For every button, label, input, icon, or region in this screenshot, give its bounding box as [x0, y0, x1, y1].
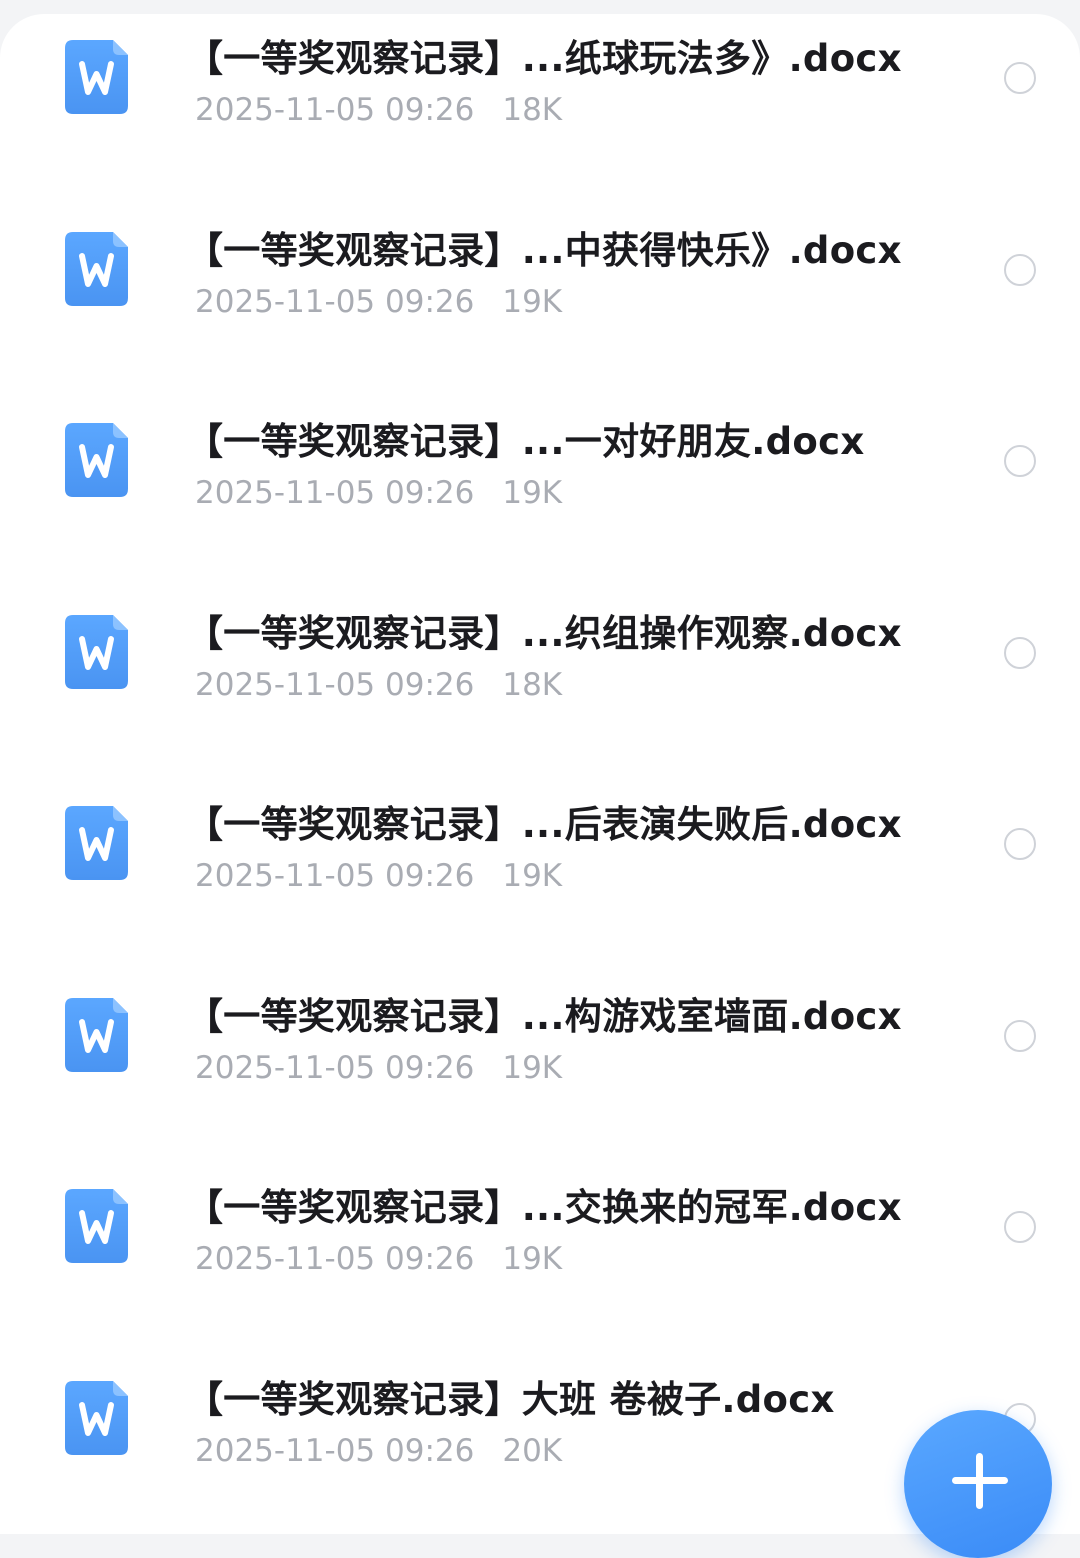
- file-name: 【一等奖观察记录】...中获得快乐》.docx: [186, 228, 902, 272]
- file-list: 【一等奖观察记录】...纸球玩法多》.docx 2025-11-05 09:26…: [0, 14, 1080, 1532]
- word-document-icon: [65, 231, 128, 306]
- word-document-icon: [65, 614, 128, 689]
- file-list-item[interactable]: 【一等奖观察记录】...纸球玩法多》.docx 2025-11-05 09:26…: [0, 14, 1080, 192]
- file-list-item[interactable]: 【一等奖观察记录】...中获得快乐》.docx 2025-11-05 09:26…: [0, 192, 1080, 384]
- file-name: 【一等奖观察记录】...构游戏室墙面.docx: [186, 994, 902, 1038]
- radio-unchecked-icon[interactable]: [1004, 636, 1036, 669]
- file-name: 【一等奖观察记录】...交换来的冠军.docx: [186, 1186, 902, 1229]
- radio-unchecked-icon[interactable]: [1004, 1211, 1036, 1243]
- file-date: 2025-11-05 09:26: [195, 475, 475, 511]
- file-size: 18K: [502, 92, 563, 128]
- file-size: 20K: [502, 1432, 563, 1469]
- word-document-icon: [65, 423, 128, 497]
- radio-unchecked-icon[interactable]: [1004, 1019, 1036, 1052]
- file-list-item[interactable]: 【一等奖观察记录】...织组操作观察.docx 2025-11-05 09:26…: [0, 575, 1080, 767]
- file-list-item[interactable]: 【一等奖观察记录】...交换来的冠军.docx 2025-11-05 09:26…: [0, 1149, 1080, 1341]
- file-meta: 2025-11-05 09:26 18K: [195, 92, 562, 128]
- radio-unchecked-icon[interactable]: [1004, 253, 1036, 286]
- file-meta: 2025-11-05 09:26 19K: [195, 1241, 562, 1277]
- word-document-icon: [65, 40, 128, 114]
- file-date: 2025-11-05 09:26: [195, 858, 475, 894]
- file-meta: 2025-11-05 09:26 19K: [195, 475, 562, 511]
- file-size: 19K: [502, 475, 563, 511]
- add-button[interactable]: [904, 1410, 1052, 1558]
- file-size: 19K: [502, 283, 563, 320]
- file-meta: 2025-11-05 09:26 20K: [195, 1433, 562, 1469]
- file-list-sheet: 【一等奖观察记录】...纸球玩法多》.docx 2025-11-05 09:26…: [0, 14, 1080, 1534]
- word-document-icon: [65, 1380, 128, 1455]
- file-name: 【一等奖观察记录】大班 卷被子.docx: [186, 1377, 835, 1421]
- word-document-icon: [65, 1189, 128, 1263]
- file-date: 2025-11-05 09:26: [195, 1049, 475, 1086]
- file-meta: 2025-11-05 09:26 18K: [195, 667, 562, 703]
- file-list-item[interactable]: 【一等奖观察记录】...后表演失败后.docx 2025-11-05 09:26…: [0, 766, 1080, 958]
- file-name: 【一等奖观察记录】...织组操作观察.docx: [186, 611, 902, 655]
- file-date: 2025-11-05 09:26: [195, 283, 475, 320]
- radio-unchecked-icon[interactable]: [1004, 828, 1036, 860]
- file-size: 19K: [502, 1241, 563, 1277]
- file-name: 【一等奖观察记录】...后表演失败后.docx: [186, 803, 902, 846]
- radio-unchecked-icon[interactable]: [1004, 445, 1036, 477]
- file-date: 2025-11-05 09:26: [195, 1241, 475, 1277]
- file-size: 18K: [502, 666, 563, 703]
- file-size: 19K: [502, 1049, 563, 1086]
- word-document-icon: [65, 997, 128, 1072]
- file-meta: 2025-11-05 09:26 19K: [195, 284, 562, 320]
- word-document-icon: [65, 806, 128, 880]
- file-date: 2025-11-05 09:26: [195, 92, 475, 128]
- file-date: 2025-11-05 09:26: [195, 1432, 475, 1469]
- file-meta: 2025-11-05 09:26 19K: [195, 1050, 562, 1086]
- file-size: 19K: [502, 858, 563, 894]
- file-list-item[interactable]: 【一等奖观察记录】...一对好朋友.docx 2025-11-05 09:26 1…: [0, 383, 1080, 575]
- file-list-item[interactable]: 【一等奖观察记录】...构游戏室墙面.docx 2025-11-05 09:26…: [0, 958, 1080, 1150]
- file-name: 【一等奖观察记录】...一对好朋友.docx: [186, 420, 865, 463]
- file-meta: 2025-11-05 09:26 19K: [195, 858, 562, 894]
- file-date: 2025-11-05 09:26: [195, 666, 475, 703]
- radio-unchecked-icon[interactable]: [1004, 62, 1036, 94]
- file-name: 【一等奖观察记录】...纸球玩法多》.docx: [186, 37, 902, 80]
